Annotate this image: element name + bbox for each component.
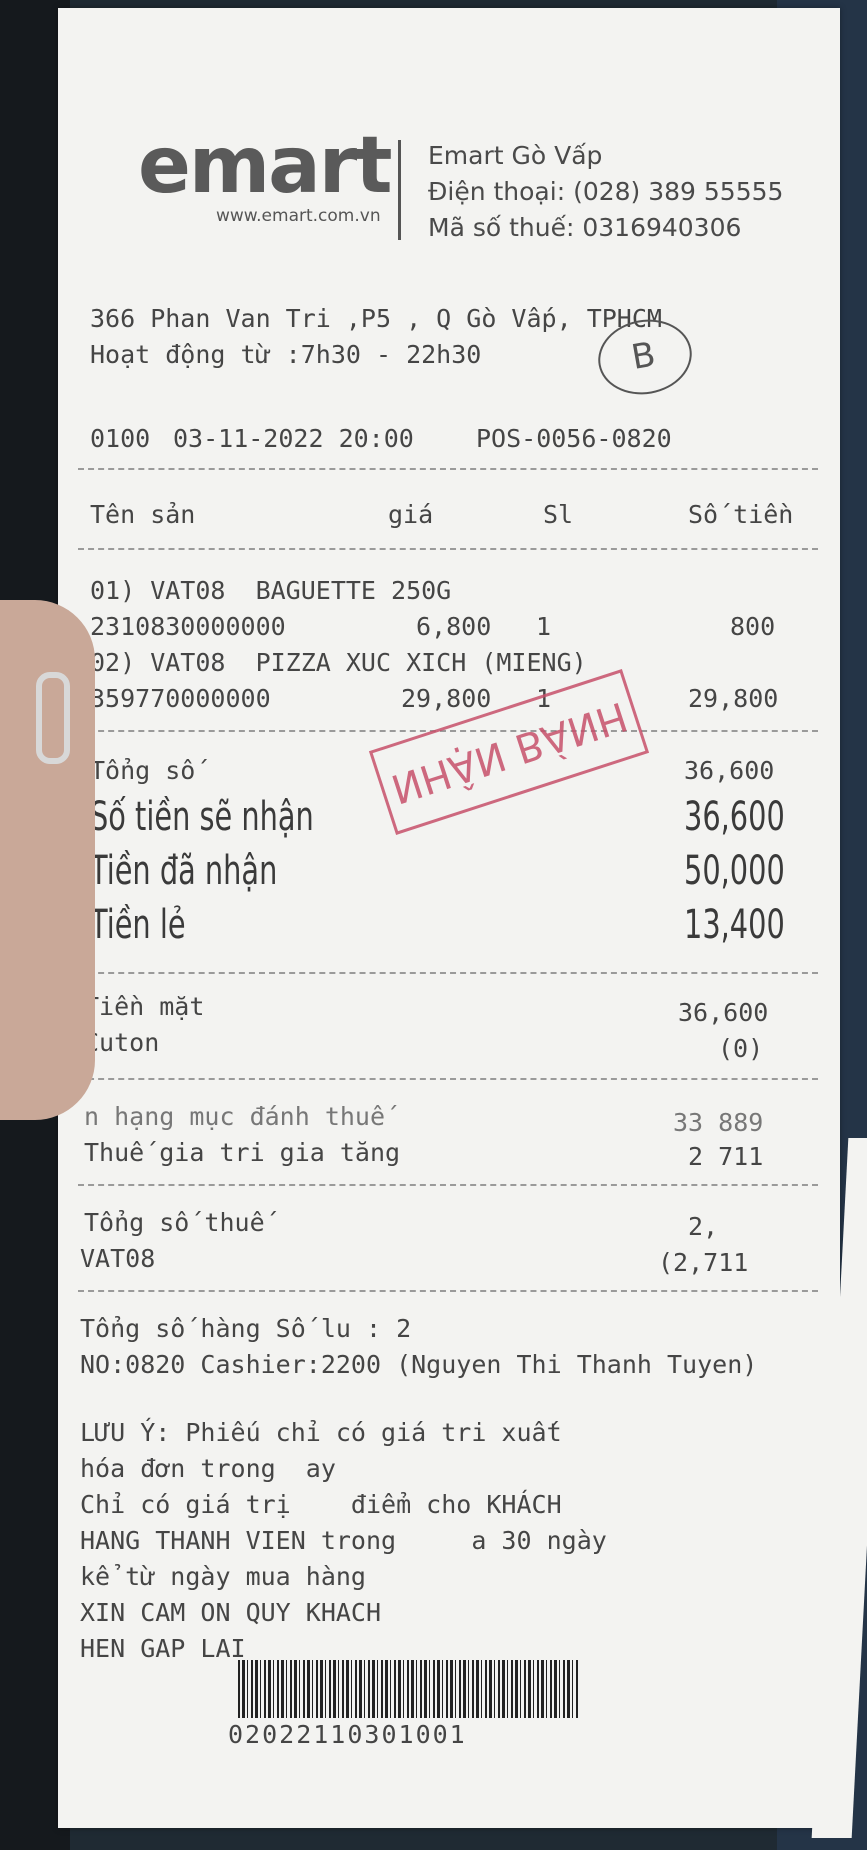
cash-value: 36,600 xyxy=(678,998,769,1027)
receipt: emart www.emart.com.vn Emart Gò Vấp Điện… xyxy=(58,8,867,1838)
note-line: Chỉ có giá trị điểm cho KHÁCH xyxy=(80,1490,562,1519)
item-qty: 1 xyxy=(536,612,552,641)
barcode xyxy=(238,1660,578,1718)
column-qty: Sl xyxy=(543,500,574,529)
store-phone: Điện thoại: (028) 389 55555 xyxy=(428,177,784,206)
divider xyxy=(78,468,818,470)
coupon-label: Cuton xyxy=(84,1028,160,1057)
hours: Hoạt động từ :7h30 - 22h30 xyxy=(90,340,482,369)
item-line: 01) VAT08 BAGUETTE 250G xyxy=(90,576,452,605)
to-receive-label: Số tiền sẽ nhận xyxy=(90,794,314,840)
item-line: 02) VAT08 PIZZA XUC XICH (MIENG) xyxy=(90,648,587,677)
received-label: Tiền đã nhận xyxy=(90,848,278,894)
note-line: kể từ ngày mua hàng xyxy=(80,1562,366,1591)
item-barcode: 359770000000 xyxy=(90,684,271,713)
store-tax-code: Mã số thuế: 0316940306 xyxy=(428,213,742,242)
pos-number: POS-0056-0820 xyxy=(476,424,672,453)
transaction-code: 0100 xyxy=(90,424,151,453)
note-line: HANG THANH VIEN trong a 30 ngày xyxy=(80,1526,607,1555)
vat-code: VAT08 xyxy=(80,1244,156,1273)
ring xyxy=(36,672,70,764)
store-name: Emart Gò Vấp xyxy=(428,141,603,170)
cash-label: Tiền mặt xyxy=(84,992,205,1021)
address: 366 Phan Van Tri ,P5 , Q Gò Vấp, TPHCM xyxy=(90,304,662,333)
store-info: Emart Gò Vấp Điện thoại: (028) 389 55555… xyxy=(428,138,783,246)
change-label: Tiền lẻ xyxy=(90,902,186,948)
total-label: Tổng số xyxy=(90,756,196,785)
logo-block: emart www.emart.com.vn xyxy=(138,126,438,246)
column-amount: Số tiền xyxy=(688,500,794,529)
website: www.emart.com.vn xyxy=(216,206,381,226)
divider xyxy=(78,1078,818,1080)
note-line: hóa đơn trong ay xyxy=(80,1454,336,1483)
divider xyxy=(78,1184,818,1186)
taxable-value: 33 889 xyxy=(673,1108,764,1137)
barcode-number: 02022110301001 xyxy=(228,1720,467,1749)
item-count: Tổng số hàng Số lu : 2 xyxy=(80,1314,412,1343)
transaction-datetime: 03-11-2022 20:00 xyxy=(173,424,414,453)
header-divider xyxy=(398,140,401,240)
note-line: LƯU Ý: Phiếu chỉ có giá tri xuất xyxy=(80,1418,562,1447)
column-unit-price: giá xyxy=(388,500,434,529)
divider xyxy=(78,972,818,974)
to-receive-value: 36,600 xyxy=(684,794,785,840)
total-tax-label: Tổng số thuế xyxy=(84,1208,265,1237)
item-price: 29,800 xyxy=(401,684,492,713)
vat-label: Thuế gia tri gia tăng xyxy=(84,1138,401,1167)
item-amount: 800 xyxy=(730,612,776,641)
item-price: 6,800 xyxy=(416,612,492,641)
coupon-value: (0) xyxy=(718,1034,764,1063)
total-value: 36,600 xyxy=(684,756,775,785)
received-value: 50,000 xyxy=(684,848,785,894)
column-name: Tên sản xyxy=(90,500,196,529)
item-amount: 29,800 xyxy=(688,684,779,713)
vat-value: 2 711 xyxy=(688,1142,764,1171)
note-line: HEN GAP LAI xyxy=(80,1634,246,1663)
divider xyxy=(78,548,818,550)
divider xyxy=(78,1290,818,1292)
change-value: 13,400 xyxy=(684,902,785,948)
note-line: XIN CAM ON QUY KHACH xyxy=(80,1598,382,1627)
total-tax-value: 2, xyxy=(688,1212,719,1241)
item-barcode: 2310830000000 xyxy=(90,612,286,641)
cashier: NO:0820 Cashier:2200 (Nguyen Thi Thanh T… xyxy=(80,1350,758,1379)
emart-logo: emart xyxy=(138,121,393,211)
taxable-label: n hạng mục đánh thuế xyxy=(84,1102,386,1131)
vat-code-value: (2,711 xyxy=(658,1248,749,1277)
